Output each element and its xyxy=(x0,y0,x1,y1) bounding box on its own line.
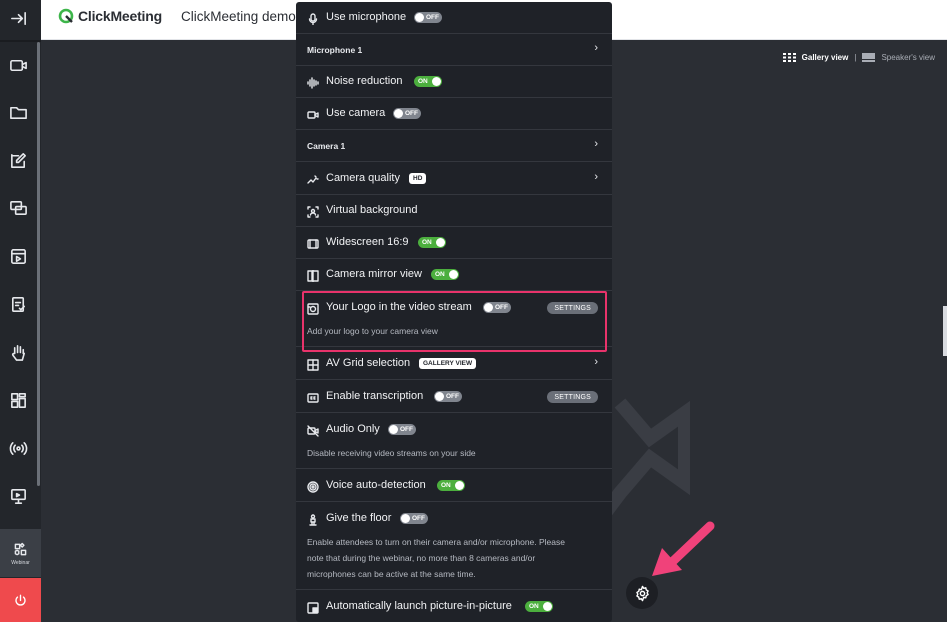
broadcast-icon[interactable] xyxy=(0,425,36,471)
camera-icon xyxy=(307,108,319,120)
person-stand-icon xyxy=(307,513,319,526)
gallery-view-button[interactable]: Gallery view xyxy=(802,53,849,62)
voice-detection-toggle[interactable]: ON xyxy=(437,480,465,491)
chevron-right-icon: › xyxy=(594,138,598,150)
widescreen-toggle[interactable]: ON xyxy=(418,237,446,248)
checklist-icon[interactable] xyxy=(0,281,36,327)
chevron-right-icon: › xyxy=(594,356,598,368)
camera-quality-row[interactable]: Camera quality HD › xyxy=(296,162,612,195)
use-camera-toggle[interactable]: OFF xyxy=(393,108,421,119)
speaker-view-icon xyxy=(862,53,876,62)
mirror-icon xyxy=(307,269,319,283)
voice-detection-label: Voice auto-detection xyxy=(326,479,426,491)
hand-icon[interactable] xyxy=(0,329,36,375)
meeting-title: ClickMeeting demo xyxy=(181,9,296,24)
use-microphone-row[interactable]: Use microphone OFF xyxy=(296,2,612,34)
right-panel-handle[interactable] xyxy=(943,306,947,356)
webinar-label: Webinar xyxy=(11,559,30,566)
audio-only-label: Audio Only xyxy=(326,423,380,435)
picture-in-picture-label: Automatically launch picture-in-picture xyxy=(326,600,512,612)
gear-icon xyxy=(635,585,649,601)
give-floor-description-3: microphones can be active at the same ti… xyxy=(307,569,476,579)
virtual-background-label: Virtual background xyxy=(326,204,418,216)
picture-in-picture-icon xyxy=(307,601,319,614)
use-camera-row[interactable]: Use camera OFF xyxy=(296,98,612,130)
clickmeeting-logo-icon xyxy=(58,8,74,24)
camera-quality-icon xyxy=(307,173,319,185)
gallery-grid-icon xyxy=(782,53,796,62)
sidebar-scrollbar[interactable] xyxy=(37,42,40,486)
virtual-background-row[interactable]: Virtual background xyxy=(296,195,612,227)
give-floor-toggle[interactable]: OFF xyxy=(400,513,428,524)
transcription-label: Enable transcription xyxy=(326,390,424,402)
gallery-view-badge: GALLERY VIEW xyxy=(419,358,477,369)
brand-logo: ClickMeeting xyxy=(58,8,162,24)
camera-mirror-label: Camera mirror view xyxy=(326,268,422,280)
pointer-arrow-icon xyxy=(652,521,715,576)
audio-only-row[interactable]: Audio Only OFF Disable receiving video s… xyxy=(296,413,612,469)
give-floor-label: Give the floor xyxy=(326,512,392,524)
waveform-icon xyxy=(307,76,319,89)
microphone-icon xyxy=(307,12,319,26)
power-button[interactable] xyxy=(0,578,41,622)
voice-detection-icon xyxy=(307,480,319,493)
closed-caption-icon xyxy=(307,391,319,403)
left-sidebar: Webinar xyxy=(0,0,41,622)
widescreen-icon xyxy=(307,237,319,249)
speaker-view-button[interactable]: Speaker's view xyxy=(881,53,935,62)
layout-icon[interactable] xyxy=(0,377,36,423)
exit-icon[interactable] xyxy=(0,0,36,41)
screen-share-icon[interactable] xyxy=(0,185,36,231)
virtual-background-icon xyxy=(307,205,319,218)
noise-reduction-label: Noise reduction xyxy=(326,75,403,87)
microphone-device: Microphone 1 xyxy=(307,45,363,55)
transcription-row[interactable]: Enable transcription OFF SETTINGS xyxy=(296,380,612,413)
chevron-right-icon: › xyxy=(594,171,598,183)
camera-mirror-toggle[interactable]: ON xyxy=(431,269,459,280)
camera-off-icon xyxy=(307,424,319,437)
give-floor-row[interactable]: Give the floor OFF Enable attendees to t… xyxy=(296,502,612,590)
view-separator: | xyxy=(854,53,857,62)
av-grid-label: AV Grid selection xyxy=(326,357,411,369)
edit-icon[interactable] xyxy=(0,137,36,183)
camera-device: Camera 1 xyxy=(307,141,346,151)
widescreen-row[interactable]: Widescreen 16:9 ON xyxy=(296,227,612,259)
noise-reduction-row[interactable]: Noise reduction ON xyxy=(296,66,612,98)
camera-icon[interactable] xyxy=(0,42,36,88)
video-placeholder-logo xyxy=(600,398,690,518)
audio-only-description: Disable receiving video streams on your … xyxy=(307,448,476,458)
webinar-tool-button[interactable]: Webinar xyxy=(0,529,41,577)
transcription-settings-button[interactable]: SETTINGS xyxy=(547,391,598,403)
use-microphone-toggle[interactable]: OFF xyxy=(414,12,442,23)
noise-reduction-toggle[interactable]: ON xyxy=(414,76,442,87)
picture-in-picture-row[interactable]: Automatically launch picture-in-picture … xyxy=(296,590,612,622)
give-floor-description-2: note that during the webinar, no more th… xyxy=(307,553,536,563)
use-microphone-label: Use microphone xyxy=(326,11,407,23)
camera-mirror-row[interactable]: Camera mirror view ON xyxy=(296,259,612,291)
folder-icon[interactable] xyxy=(0,89,36,135)
camera-select-row[interactable]: Camera 1 › xyxy=(296,130,612,162)
presentation-icon[interactable] xyxy=(0,473,36,519)
grid-icon xyxy=(307,358,319,371)
voice-detection-row[interactable]: Voice auto-detection ON xyxy=(296,469,612,502)
widescreen-label: Widescreen 16:9 xyxy=(326,236,409,248)
use-camera-label: Use camera xyxy=(326,107,386,119)
highlight-box xyxy=(302,291,607,352)
hd-badge: HD xyxy=(409,173,427,184)
audio-only-toggle[interactable]: OFF xyxy=(388,424,416,435)
camera-quality-label: Camera quality xyxy=(326,172,400,184)
transcription-toggle[interactable]: OFF xyxy=(434,391,462,402)
microphone-select-row[interactable]: Microphone 1 › xyxy=(296,34,612,66)
give-floor-description-1: Enable attendees to turn on their camera… xyxy=(307,537,565,547)
chevron-right-icon: › xyxy=(594,42,598,54)
view-switch: Gallery view | Speaker's view xyxy=(782,53,935,62)
picture-in-picture-toggle[interactable]: ON xyxy=(525,601,553,612)
brand-name: ClickMeeting xyxy=(78,8,162,24)
video-playlist-icon[interactable] xyxy=(0,233,36,279)
